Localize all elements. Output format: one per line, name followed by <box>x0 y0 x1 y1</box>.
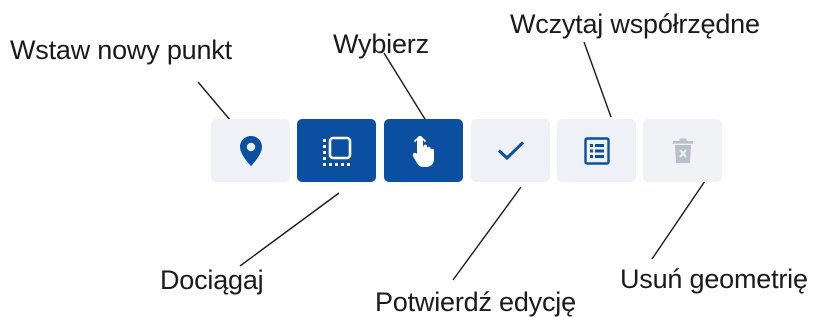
label-snap: Dociągaj <box>160 265 264 295</box>
label-insert-point: Wstaw nowy punkt <box>10 35 232 65</box>
checkmark-icon <box>497 140 524 160</box>
snap-selection-icon <box>322 136 351 166</box>
callout-line-confirm-edit <box>452 186 522 281</box>
label-select: Wybierz <box>333 29 429 59</box>
pointer-hand-icon <box>412 135 434 167</box>
label-delete-geometry: Usuń geometrię <box>620 264 808 294</box>
list-table-icon <box>583 136 610 165</box>
label-load-coordinates: Wczytaj współrzędne <box>510 9 760 39</box>
confirm-edit-button[interactable] <box>471 119 550 182</box>
callout-line-load-coordinates <box>583 41 612 118</box>
select-button[interactable] <box>384 119 463 182</box>
insert-point-button[interactable] <box>211 119 290 182</box>
delete-geometry-button[interactable] <box>643 119 722 182</box>
callout-line-delete-geometry <box>651 180 706 260</box>
snap-button[interactable] <box>297 119 376 182</box>
map-pin-icon <box>239 135 262 166</box>
callout-line-snap <box>239 192 340 267</box>
trash-icon <box>672 138 693 163</box>
callout-line-select <box>383 52 429 125</box>
load-coordinates-button[interactable] <box>557 119 636 182</box>
label-confirm-edit: Potwierdź edycję <box>375 287 576 317</box>
